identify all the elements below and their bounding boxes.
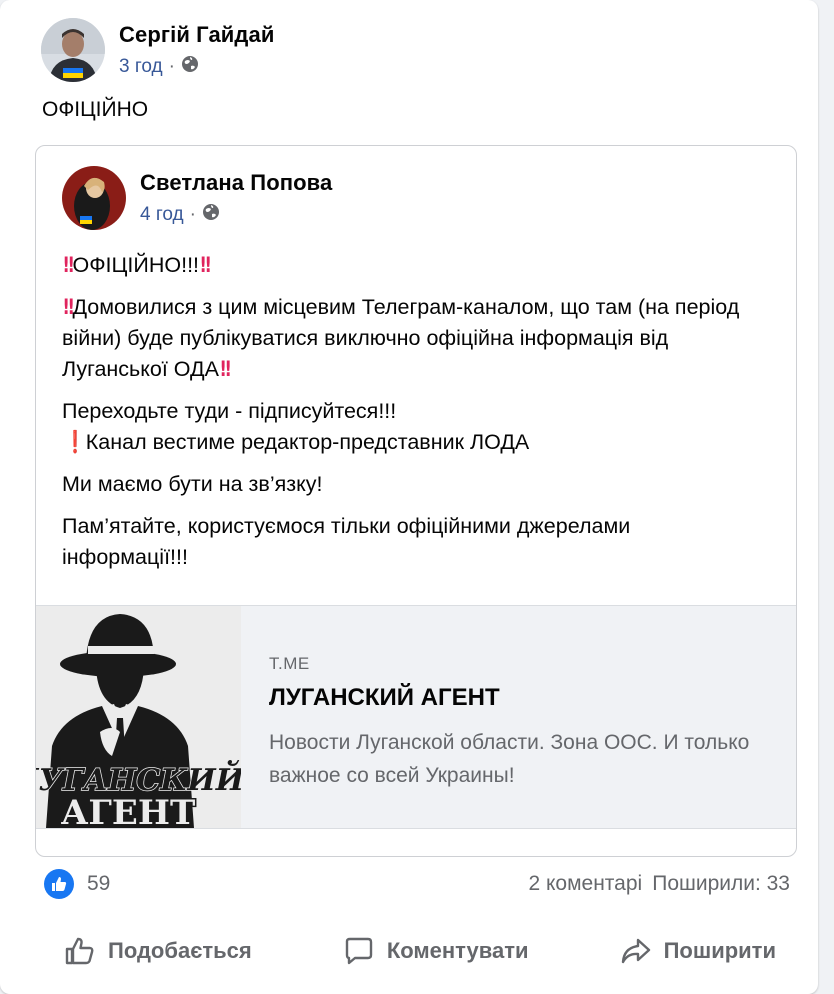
link-title[interactable]: ЛУГАНСКИЙ АГЕНТ <box>269 684 769 712</box>
like-count: 59 <box>87 872 111 895</box>
share-label: Поширити <box>663 938 776 963</box>
exclamation-icon: ❗ <box>65 430 86 455</box>
author-name[interactable]: Сергій Гайдай <box>119 21 274 49</box>
post-header: Сергій Гайдай 3 год · <box>41 18 274 82</box>
post-time[interactable]: 3 год <box>119 56 163 78</box>
shared-author-meta: Светлана Попова 4 год · <box>140 169 332 227</box>
action-bar: Подобається Коментувати Поширити <box>40 928 800 974</box>
shared-paragraph: Ми маємо бути на зв’язку! <box>62 469 762 500</box>
link-info[interactable]: T.ME ЛУГАНСКИЙ АГЕНТ Новости Луганской о… <box>269 606 769 828</box>
shared-paragraph: Переходьте туди - підписуйтеся!!! ❗Канал… <box>62 396 762 458</box>
comments-count[interactable]: 2 коментарі <box>528 872 642 896</box>
link-preview-image[interactable]: ЛУГАНСКИЙ АГЕНТ <box>36 606 241 828</box>
link-domain: T.ME <box>269 654 310 673</box>
like-label: Подобається <box>108 938 252 963</box>
shared-post-meta: 4 год · <box>140 203 332 227</box>
post-card: Сергій Гайдай 3 год · ОФІЦІЙНО Светлана … <box>0 0 818 994</box>
shared-post-time[interactable]: 4 год <box>140 204 184 226</box>
shared-line-6: Пам’ятайте, користуємося тільки офіційни… <box>62 514 631 569</box>
link-preview[interactable]: ЛУГАНСКИЙ АГЕНТ T.ME ЛУГАНСКИЙ АГЕНТ Нов… <box>36 605 796 829</box>
shared-paragraph: ‼ОФІЦІЙНО!!!‼ <box>62 250 762 281</box>
shared-paragraph: Пам’ятайте, користуємося тільки офіційни… <box>62 511 762 573</box>
double-exclamation-icon: ‼ <box>220 357 231 382</box>
post-stats: 59 2 коментарі Поширили: 33 <box>44 868 790 900</box>
share-button[interactable]: Поширити <box>596 928 800 974</box>
link-description: Новости Луганской области. Зона ООС. И т… <box>269 731 750 787</box>
shared-author-name[interactable]: Светлана Попова <box>140 169 332 197</box>
comment-button[interactable]: Коментувати <box>319 928 553 974</box>
globe-icon <box>202 203 220 227</box>
reactions-summary[interactable]: 59 <box>44 869 110 899</box>
shared-paragraph: ‼Домовилися з цим місцевим Телеграм-кана… <box>62 292 762 385</box>
like-icon <box>64 936 96 966</box>
comment-label: Коментувати <box>386 938 529 963</box>
meta-separator: · <box>168 56 175 77</box>
like-icon <box>44 869 74 899</box>
shared-line-2: Домовилися з цим місцевим Телеграм-канал… <box>62 295 740 381</box>
shares-count[interactable]: Поширили: 33 <box>652 872 790 896</box>
author-avatar[interactable] <box>41 18 105 82</box>
double-exclamation-icon: ‼ <box>63 253 74 278</box>
shared-line-4: Канал вестиме редактор-представник ЛОДА <box>85 430 530 454</box>
double-exclamation-icon: ‼ <box>200 253 211 278</box>
shared-post[interactable]: Светлана Попова 4 год · ‼ОФІЦІЙНО!!!‼ ‼Д… <box>35 145 797 857</box>
share-icon <box>620 936 652 966</box>
shared-body: ‼ОФІЦІЙНО!!!‼ ‼Домовилися з цим місцевим… <box>62 250 762 584</box>
shared-line-3: Переходьте туди - підписуйтеся!!! <box>62 399 397 423</box>
globe-icon <box>181 55 199 79</box>
shared-line-5: Ми маємо бути на зв’язку! <box>62 472 323 496</box>
shared-author-avatar[interactable] <box>62 166 126 230</box>
logo-text-line-2: АГЕНТ <box>61 793 196 828</box>
author-meta: Сергій Гайдай 3 год · <box>119 21 274 79</box>
comment-icon <box>343 936 375 966</box>
engagement-counts: 2 коментарі Поширили: 33 <box>528 872 790 896</box>
meta-separator: · <box>189 204 196 225</box>
post-meta: 3 год · <box>119 55 274 79</box>
shared-header: Светлана Попова 4 год · <box>62 166 332 230</box>
shared-line-1: ОФІЦІЙНО!!! <box>72 253 200 277</box>
like-button[interactable]: Подобається <box>40 928 276 974</box>
double-exclamation-icon: ‼ <box>63 295 74 320</box>
post-text: ОФІЦІЙНО <box>42 98 149 121</box>
agent-logo: ЛУГАНСКИЙ АГЕНТ <box>36 606 241 828</box>
